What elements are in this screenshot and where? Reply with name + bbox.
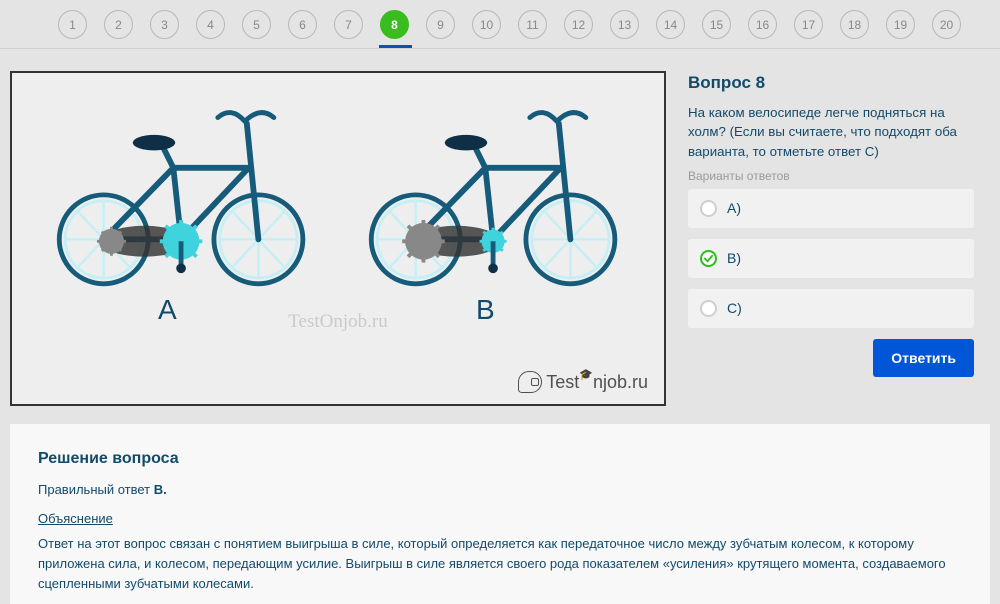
answer-option-b[interactable]: B) [688,239,974,278]
nav-question-10[interactable]: 10 [472,10,501,39]
watermark-text: TestOnjob.ru [22,311,654,333]
question-sidebar: Вопрос 8 На каком велосипеде легче подня… [688,71,974,406]
nav-question-4[interactable]: 4 [196,10,225,39]
answer-label: A) [727,200,741,216]
question-title: Вопрос 8 [688,73,974,93]
graduation-cap-icon: 🎓 [579,369,593,381]
solution-panel: Решение вопроса Правильный ответ B. Объя… [10,424,990,604]
nav-question-2[interactable]: 2 [104,10,133,39]
nav-question-5[interactable]: 5 [242,10,271,39]
nav-question-8[interactable]: 8 [380,10,409,39]
solution-subheading: Объяснение [38,511,962,526]
question-text: На каком велосипеде легче подняться на х… [688,103,974,161]
nav-question-3[interactable]: 3 [150,10,179,39]
question-image-panel: A [10,71,666,406]
bicycle-b-illustration [350,91,640,291]
answer-label: C) [727,300,742,316]
solution-correct-line: Правильный ответ B. [38,482,962,497]
nav-question-1[interactable]: 1 [58,10,87,39]
nav-question-15[interactable]: 15 [702,10,731,39]
nav-question-7[interactable]: 7 [334,10,363,39]
bicycle-a-illustration [38,91,328,291]
question-nav: 1234567891011121314151617181920 [0,0,1000,49]
options-caption: Варианты ответов [688,169,974,183]
nav-question-20[interactable]: 20 [932,10,961,39]
nav-question-16[interactable]: 16 [748,10,777,39]
logo-text: Test [546,372,579,392]
radio-icon [700,200,717,217]
solution-body: Ответ на этот вопрос связан с понятием в… [38,534,962,594]
nav-question-9[interactable]: 9 [426,10,455,39]
brain-icon [518,371,542,393]
nav-question-12[interactable]: 12 [564,10,593,39]
nav-question-6[interactable]: 6 [288,10,317,39]
bike-a: A [32,91,334,326]
image-logo: Test🎓njob.ru [22,371,654,396]
answer-option-a[interactable]: A) [688,189,974,228]
nav-question-17[interactable]: 17 [794,10,823,39]
radio-icon [700,250,717,267]
answer-option-c[interactable]: C) [688,289,974,328]
answer-label: B) [727,250,741,266]
bike-b: B [344,91,646,326]
nav-question-14[interactable]: 14 [656,10,685,39]
nav-question-13[interactable]: 13 [610,10,639,39]
nav-question-18[interactable]: 18 [840,10,869,39]
nav-question-11[interactable]: 11 [518,10,547,39]
radio-icon [700,300,717,317]
nav-question-19[interactable]: 19 [886,10,915,39]
solution-title: Решение вопроса [38,450,962,468]
submit-answer-button[interactable]: Ответить [873,339,974,377]
